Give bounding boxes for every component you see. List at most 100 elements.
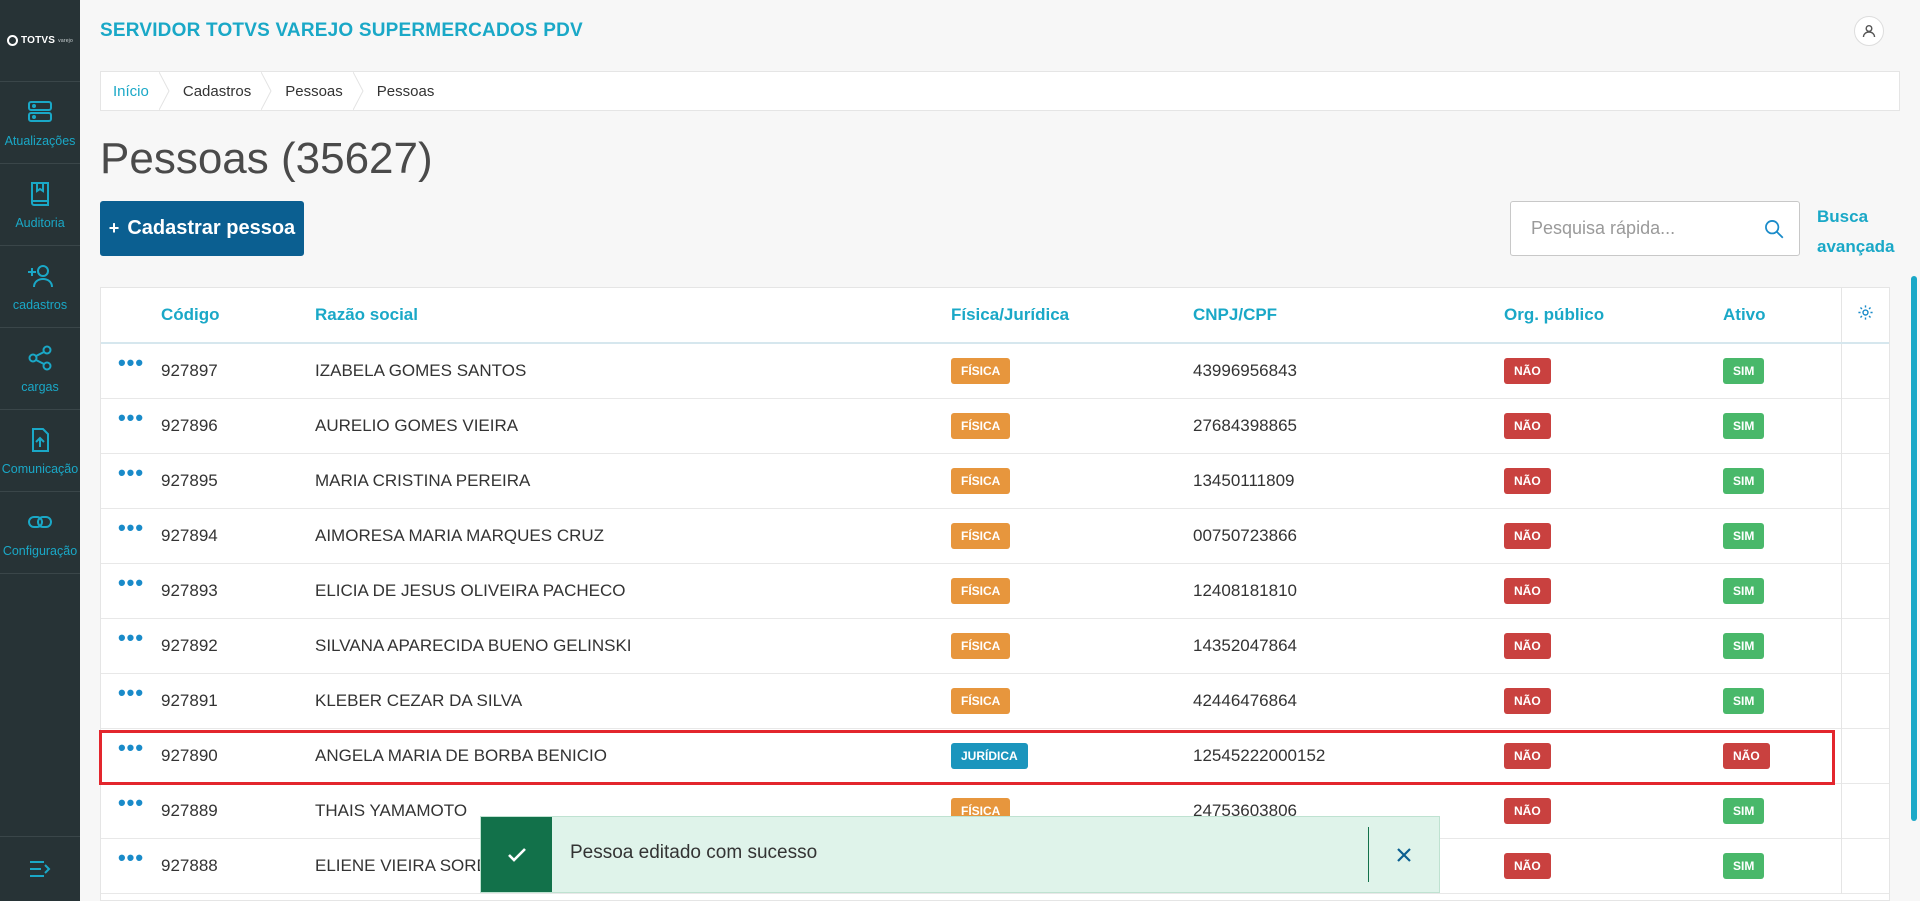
search-icon[interactable] xyxy=(1763,214,1785,244)
ativo-badge: SIM xyxy=(1723,357,1765,384)
people-table: Código Razão social Física/Jurídica CNPJ… xyxy=(100,287,1890,901)
sidebar-item-atualizacoes[interactable]: Atualizações xyxy=(0,82,80,164)
column-header-fisica-juridica[interactable]: Física/Jurídica xyxy=(951,288,1193,343)
advanced-search-line2: avançada xyxy=(1817,237,1895,256)
toast-close-button[interactable] xyxy=(1369,817,1439,892)
table-row[interactable]: ••• 927896 AURELIO GOMES VIEIRA FÍSICA 27684… xyxy=(101,398,1889,453)
collapse-menu-button[interactable] xyxy=(0,836,80,901)
breadcrumb-cadastros[interactable]: Cadastros xyxy=(171,72,273,110)
page-scrollbar-thumb[interactable] xyxy=(1911,276,1917,821)
breadcrumb-separator xyxy=(261,72,272,110)
tipo-badge: FÍSICA xyxy=(951,522,1011,549)
row-actions-button[interactable]: ••• xyxy=(101,673,161,728)
column-header-ativo[interactable]: Ativo xyxy=(1723,288,1841,343)
more-options-icon: ••• xyxy=(117,844,145,870)
user-profile-button[interactable] xyxy=(1854,16,1884,46)
cell-spacer xyxy=(1840,563,1889,618)
column-header-cnpj-cpf[interactable]: CNPJ/CPF xyxy=(1193,288,1504,343)
more-options-icon: ••• xyxy=(117,349,145,375)
table-row[interactable]: ••• 927893 ELICIA DE JESUS OLIVEIRA PACHEC… xyxy=(101,563,1889,618)
cell-spacer xyxy=(1840,838,1889,893)
table-row[interactable]: ••• 927891 KLEBER CEZAR DA SILVA FÍSICA 4244… xyxy=(101,673,1889,728)
cell-tipo: FÍSICA xyxy=(951,563,1193,618)
cell-cnpj-cpf: 43996956843 xyxy=(1193,360,1298,380)
page-title: Pessoas (35627) xyxy=(100,134,433,183)
table-row[interactable]: ••• 927892 SILVANA APARECIDA BUENO GELINSK… xyxy=(101,618,1889,673)
search-input[interactable] xyxy=(1511,202,1763,255)
share-icon xyxy=(28,345,52,370)
advanced-search-link[interactable]: Busca avançada xyxy=(1817,202,1907,262)
table-header-row: Código Razão social Física/Jurídica CNPJ… xyxy=(101,288,1889,343)
row-actions-button[interactable]: ••• xyxy=(101,453,161,508)
row-actions-button[interactable]: ••• xyxy=(101,728,161,783)
cell-cnpj-cpf: 27684398865 xyxy=(1193,415,1298,435)
app-title: SERVIDOR TOTVS VAREJO SUPERMERCADOS PDV xyxy=(100,20,583,41)
table-row[interactable]: ••• 927890 ANGELA MARIA DE BORBA BENICIO JU… xyxy=(101,728,1889,783)
cell-org-publico: NÃO xyxy=(1504,343,1723,398)
cell-spacer xyxy=(1840,728,1889,783)
success-toast: Pessoa editado com sucesso xyxy=(480,816,1440,893)
row-actions-button[interactable]: ••• xyxy=(101,343,161,398)
table-row[interactable]: ••• 927894 AIMORESA MARIA MARQUES CRUZ FÍSI… xyxy=(101,508,1889,563)
column-header-codigo[interactable]: Código xyxy=(161,288,315,343)
sidebar-item-label: Configuração xyxy=(2,543,78,558)
cell-org-publico: NÃO xyxy=(1504,728,1723,783)
more-options-icon: ••• xyxy=(117,514,145,540)
add-user-icon xyxy=(28,264,53,287)
breadcrumb-label: Cadastros xyxy=(182,82,252,100)
column-header-org-publico[interactable]: Org. público xyxy=(1504,288,1723,343)
cell-cnpj-cpf: 00750723866 xyxy=(1193,525,1298,545)
cell-ativo: SIM xyxy=(1723,453,1841,508)
cell-razao-social: AURELIO GOMES VIEIRA xyxy=(315,415,519,435)
org-publico-badge: NÃO xyxy=(1504,522,1551,549)
sidebar-item-cadastros[interactable]: cadastros xyxy=(0,246,80,328)
row-actions-button[interactable]: ••• xyxy=(101,783,161,838)
upload-file-icon xyxy=(32,427,49,452)
cell-org-publico: NÃO xyxy=(1504,508,1723,563)
table-row[interactable]: ••• 927897 IZABELA GOMES SANTOS FÍSICA 43996… xyxy=(101,343,1889,398)
org-publico-badge: NÃO xyxy=(1504,577,1551,604)
tipo-badge: FÍSICA xyxy=(951,577,1011,604)
toast-message: Pessoa editado com sucesso xyxy=(570,841,818,863)
cell-codigo: 927896 xyxy=(161,415,218,435)
sidebar-item-configuracao[interactable]: Configuração xyxy=(0,492,80,574)
breadcrumb: Início Cadastros Pessoas Pessoas xyxy=(100,71,1900,111)
logo-sub: varejo xyxy=(58,37,73,44)
table-row[interactable]: ••• 927895 MARIA CRISTINA PEREIRA FÍSICA 134… xyxy=(101,453,1889,508)
ativo-badge: SIM xyxy=(1723,412,1765,439)
cell-spacer xyxy=(1840,453,1889,508)
org-publico-badge: NÃO xyxy=(1504,742,1551,769)
add-person-button[interactable]: + Cadastrar pessoa xyxy=(100,201,304,256)
column-header-razao-social[interactable]: Razão social xyxy=(315,288,951,343)
row-actions-button[interactable]: ••• xyxy=(101,838,161,893)
totvs-logo[interactable]: TOTVS varejo xyxy=(0,0,80,82)
cell-razao-social: SILVANA APARECIDA BUENO GELINSKI xyxy=(315,635,632,655)
cell-cnpj-cpf: 14352047864 xyxy=(1193,635,1298,655)
cell-ativo: SIM xyxy=(1723,783,1841,838)
sidebar-item-label: cargas xyxy=(21,379,59,394)
more-options-icon: ••• xyxy=(117,459,145,485)
sidebar-item-auditoria[interactable]: Auditoria xyxy=(0,164,80,246)
check-icon xyxy=(507,847,526,862)
sidebar-item-comunicacao[interactable]: Comunicação xyxy=(0,410,80,492)
cell-spacer xyxy=(1840,343,1889,398)
sidebar-item-cargas[interactable]: cargas xyxy=(0,328,80,410)
ativo-badge: SIM xyxy=(1723,467,1765,494)
more-options-icon: ••• xyxy=(117,679,145,705)
more-options-icon: ••• xyxy=(117,569,145,595)
row-actions-button[interactable]: ••• xyxy=(101,563,161,618)
cell-codigo: 927893 xyxy=(161,580,218,600)
cell-org-publico: NÃO xyxy=(1504,563,1723,618)
close-icon xyxy=(1397,847,1411,862)
breadcrumb-pessoas[interactable]: Pessoas xyxy=(273,72,365,110)
cell-org-publico: NÃO xyxy=(1504,673,1723,728)
cell-codigo: 927897 xyxy=(161,360,218,380)
cell-org-publico: NÃO xyxy=(1504,618,1723,673)
ativo-badge: SIM xyxy=(1723,577,1765,604)
cell-tipo: FÍSICA xyxy=(951,453,1193,508)
row-actions-button[interactable]: ••• xyxy=(101,508,161,563)
row-actions-button[interactable]: ••• xyxy=(101,618,161,673)
row-actions-button[interactable]: ••• xyxy=(101,398,161,453)
table-settings-button[interactable] xyxy=(1840,288,1889,343)
breadcrumb-inicio[interactable]: Início xyxy=(101,72,171,110)
